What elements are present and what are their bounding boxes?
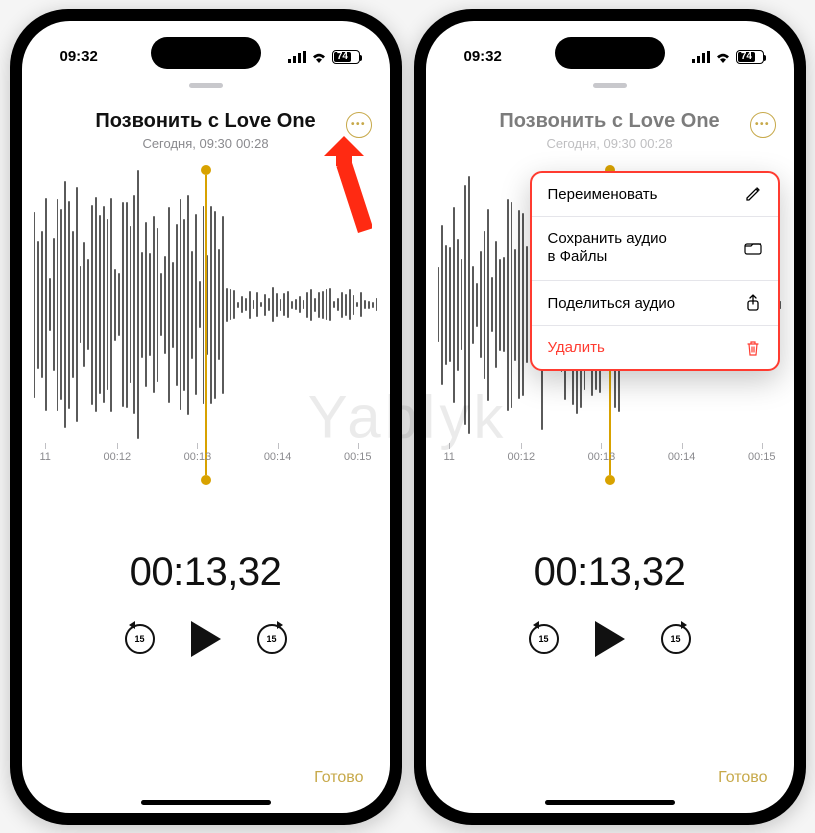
context-menu: Переименовать Сохранить аудиов Файлы Под… [530,171,780,372]
dynamic-island [151,37,261,69]
play-button[interactable] [191,621,221,657]
skip-forward-button[interactable]: 15 [257,624,287,654]
status-time: 09:32 [464,48,502,65]
skip-back-button[interactable]: 15 [529,624,559,654]
home-indicator[interactable] [545,800,675,805]
playback-controls: 15 15 [22,621,390,657]
recording-title: Позвонить с Love One [446,110,774,133]
battery-icon: 74 [332,50,360,64]
recording-title: Позвонить с Love One [42,110,370,133]
trash-icon [744,340,762,356]
playback-time: 00:13,32 [426,550,794,595]
battery-icon: 74 [736,50,764,64]
status-time: 09:32 [60,48,98,65]
menu-share[interactable]: Поделиться аудио [532,281,778,326]
wifi-icon [715,51,731,63]
done-button[interactable]: Готово [314,769,363,787]
more-options-button[interactable]: ••• [346,112,372,138]
recording-subtitle: Сегодня, 09:3000:28 [446,136,774,151]
wifi-icon [311,51,327,63]
pencil-icon [744,186,762,202]
skip-forward-button[interactable]: 15 [661,624,691,654]
menu-save-to-files[interactable]: Сохранить аудиов Файлы [532,217,778,282]
recording-header: Позвонить с Love One Сегодня, 09:3000:28… [426,88,794,157]
done-button[interactable]: Готово [718,769,767,787]
cellular-icon [692,51,710,63]
share-icon [744,294,762,312]
phone-left: 09:32 74 Позвонить с Love One Сегодня, 0… [10,9,402,825]
playback-controls: 15 15 [426,621,794,657]
menu-delete[interactable]: Удалить [532,326,778,369]
menu-rename[interactable]: Переименовать [532,173,778,217]
phone-right: 09:32 74 Позвонить с Love One Сегодня, 0… [414,9,806,825]
recording-header: Позвонить с Love One Сегодня, 09:3000:28… [22,88,390,157]
dynamic-island [555,37,665,69]
skip-back-button[interactable]: 15 [125,624,155,654]
recording-subtitle: Сегодня, 09:3000:28 [42,136,370,151]
home-indicator[interactable] [141,800,271,805]
folder-icon [744,241,762,255]
cellular-icon [288,51,306,63]
waveform-area[interactable]: 11 00:12 00:13 00:14 00:15 [22,165,390,505]
playback-time: 00:13,32 [22,550,390,595]
play-button[interactable] [595,621,625,657]
more-options-button[interactable]: ••• [750,112,776,138]
playhead-indicator [201,165,211,485]
